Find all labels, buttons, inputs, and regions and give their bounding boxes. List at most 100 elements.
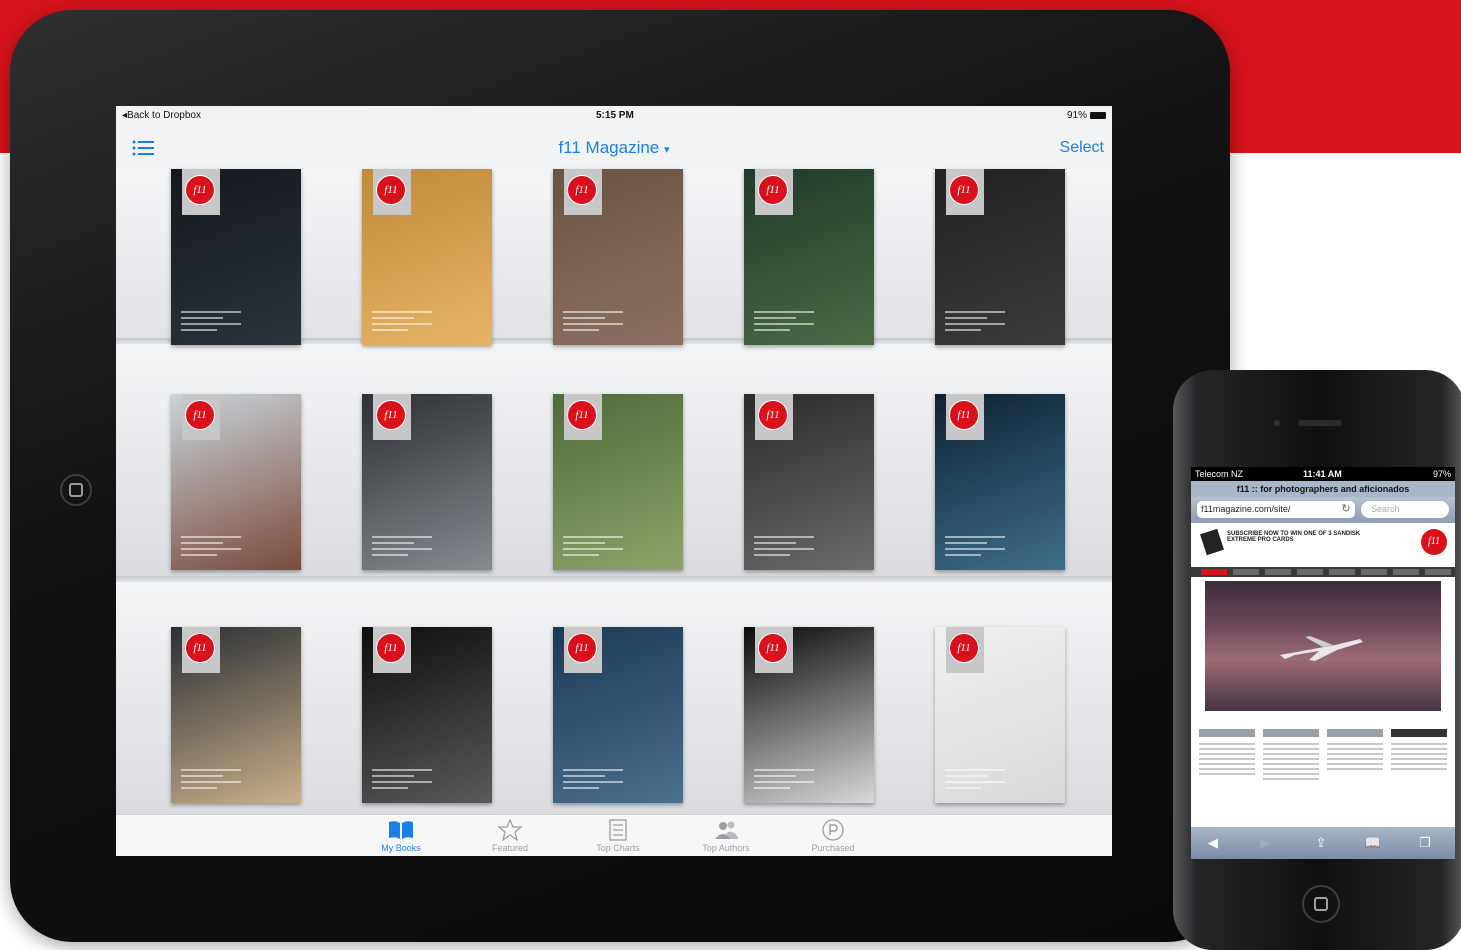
cover-lines: [372, 769, 432, 793]
iphone-status-bar: Telecom NZ 11:41 AM 97%: [1191, 467, 1455, 481]
iphone-home-button[interactable]: [1302, 885, 1340, 923]
cover-lines: [754, 536, 814, 560]
tab-purchased[interactable]: Purchased: [788, 819, 878, 853]
cover-lines: [181, 769, 241, 793]
magazine-cover[interactable]: f11: [362, 169, 492, 345]
magazine-cover[interactable]: f11: [553, 394, 683, 570]
f11-logo: f11: [758, 400, 788, 430]
magazine-cover[interactable]: f11: [362, 394, 492, 570]
magazine-cover[interactable]: f11: [553, 627, 683, 803]
magazine-cover[interactable]: f11: [362, 627, 492, 803]
tabs-icon[interactable]: ❐: [1415, 835, 1435, 851]
share-icon[interactable]: ⇪: [1311, 835, 1331, 851]
f11-logo: f11: [758, 633, 788, 663]
content-columns: [1199, 729, 1449, 829]
f11-logo: f11: [567, 175, 597, 205]
cover-lines: [181, 536, 241, 560]
tab-label: Top Authors: [702, 843, 750, 853]
cover-lines: [563, 769, 623, 793]
tab-featured[interactable]: Featured: [465, 819, 555, 853]
tab-my-books[interactable]: My Books: [356, 819, 446, 853]
f11-logo: f11: [185, 633, 215, 663]
tab-label: My Books: [381, 843, 421, 853]
cover-lines: [945, 311, 1005, 335]
ipad-home-button[interactable]: [60, 474, 92, 506]
magazine-cover[interactable]: f11: [171, 627, 301, 803]
cover-lines: [754, 769, 814, 793]
magazine-cover[interactable]: f11: [744, 394, 874, 570]
purchased-icon: [822, 819, 844, 841]
f11-logo: f11: [376, 400, 406, 430]
f11-logo: f11: [185, 400, 215, 430]
search-input[interactable]: Search: [1361, 501, 1449, 518]
f11-logo: f11: [376, 633, 406, 663]
f11-logo: f11: [949, 400, 979, 430]
people-icon: [715, 821, 738, 839]
select-button[interactable]: Select: [1060, 139, 1104, 157]
sd-card-image: [1200, 528, 1224, 556]
cover-lines: [754, 311, 814, 335]
battery-icon: [1090, 111, 1106, 119]
f11-logo: f11: [567, 400, 597, 430]
forward-arrow-icon[interactable]: ▶: [1255, 835, 1275, 851]
magazine-cover[interactable]: f11: [171, 169, 301, 345]
front-camera: [1274, 420, 1280, 426]
magazine-cover[interactable]: f11: [935, 169, 1065, 345]
back-arrow-icon[interactable]: ◀: [1203, 835, 1223, 851]
iphone-battery: 97%: [1432, 469, 1451, 479]
book-icon: [389, 821, 413, 839]
f11-logo: f11: [567, 633, 597, 663]
jet-image: [1280, 636, 1363, 661]
f11-logo: f11: [1421, 529, 1447, 555]
magazine-cover[interactable]: f11: [935, 394, 1065, 570]
iphone-screen: Telecom NZ 11:41 AM 97% f11 :: for photo…: [1191, 467, 1455, 859]
site-nav[interactable]: [1191, 567, 1455, 577]
battery-percent: 91%: [1066, 110, 1087, 121]
magazine-cover[interactable]: f11: [744, 627, 874, 803]
iphone-time: 11:41 AM: [1303, 469, 1342, 479]
cover-lines: [945, 769, 1005, 793]
cover-lines: [563, 311, 623, 335]
tab-bar: My Books Featured Top Charts Top Authors…: [116, 814, 1112, 856]
f11-logo: f11: [949, 633, 979, 663]
cover-lines: [372, 311, 432, 335]
collection-title-button[interactable]: f11 Magazine ▾: [116, 138, 1112, 158]
url-text: f11magazine.com/site/: [1201, 504, 1291, 514]
magazine-cover[interactable]: f11: [553, 169, 683, 345]
tab-top-charts[interactable]: Top Charts: [573, 819, 663, 853]
page-title: f11 :: for photographers and aficionados: [1191, 481, 1455, 497]
hero-photo[interactable]: [1205, 581, 1441, 711]
status-battery: 91%: [1067, 110, 1106, 121]
status-time: 5:15 PM: [596, 110, 634, 121]
url-field[interactable]: f11magazine.com/site/ ↻: [1197, 501, 1355, 518]
home-square-icon: [1314, 897, 1328, 911]
f11-logo: f11: [758, 175, 788, 205]
iphone-device: Telecom NZ 11:41 AM 97% f11 :: for photo…: [1173, 370, 1461, 950]
tab-label: Purchased: [811, 843, 855, 853]
tab-label: Top Charts: [596, 843, 640, 853]
browser-toolbar: ◀ ▶ ⇪ 📖 ❐: [1191, 827, 1455, 859]
collection-title: f11 Magazine: [558, 138, 660, 157]
f11-logo: f11: [949, 175, 979, 205]
reload-icon[interactable]: ↻: [1337, 501, 1355, 518]
earpiece-speaker: [1298, 420, 1342, 426]
back-label: Back to Dropbox: [127, 110, 201, 121]
f11-logo: f11: [376, 175, 406, 205]
list-doc-icon: [609, 819, 627, 841]
tab-label: Featured: [491, 843, 529, 853]
cover-lines: [181, 311, 241, 335]
chevron-down-icon: ▾: [664, 144, 670, 156]
magazine-cover[interactable]: f11: [935, 627, 1065, 803]
subscribe-banner[interactable]: SUBSCRIBE NOW TO WIN ONE OF 3 SANDISK EX…: [1191, 523, 1455, 565]
bookmarks-icon[interactable]: 📖: [1363, 835, 1383, 851]
status-bar: ◂Back to Dropbox 5:15 PM 91%: [116, 106, 1112, 126]
magazine-cover[interactable]: f11: [171, 394, 301, 570]
back-to-dropbox-link[interactable]: ◂Back to Dropbox: [122, 110, 201, 121]
home-square-icon: [69, 483, 83, 497]
star-icon: [497, 819, 523, 841]
magazine-cover[interactable]: f11: [744, 169, 874, 345]
ipad-screen: ◂Back to Dropbox 5:15 PM 91% f11 Magazin…: [116, 106, 1112, 856]
carrier-name: Telecom NZ: [1195, 469, 1244, 479]
f11-logo: f11: [185, 175, 215, 205]
tab-top-authors[interactable]: Top Authors: [681, 819, 771, 853]
